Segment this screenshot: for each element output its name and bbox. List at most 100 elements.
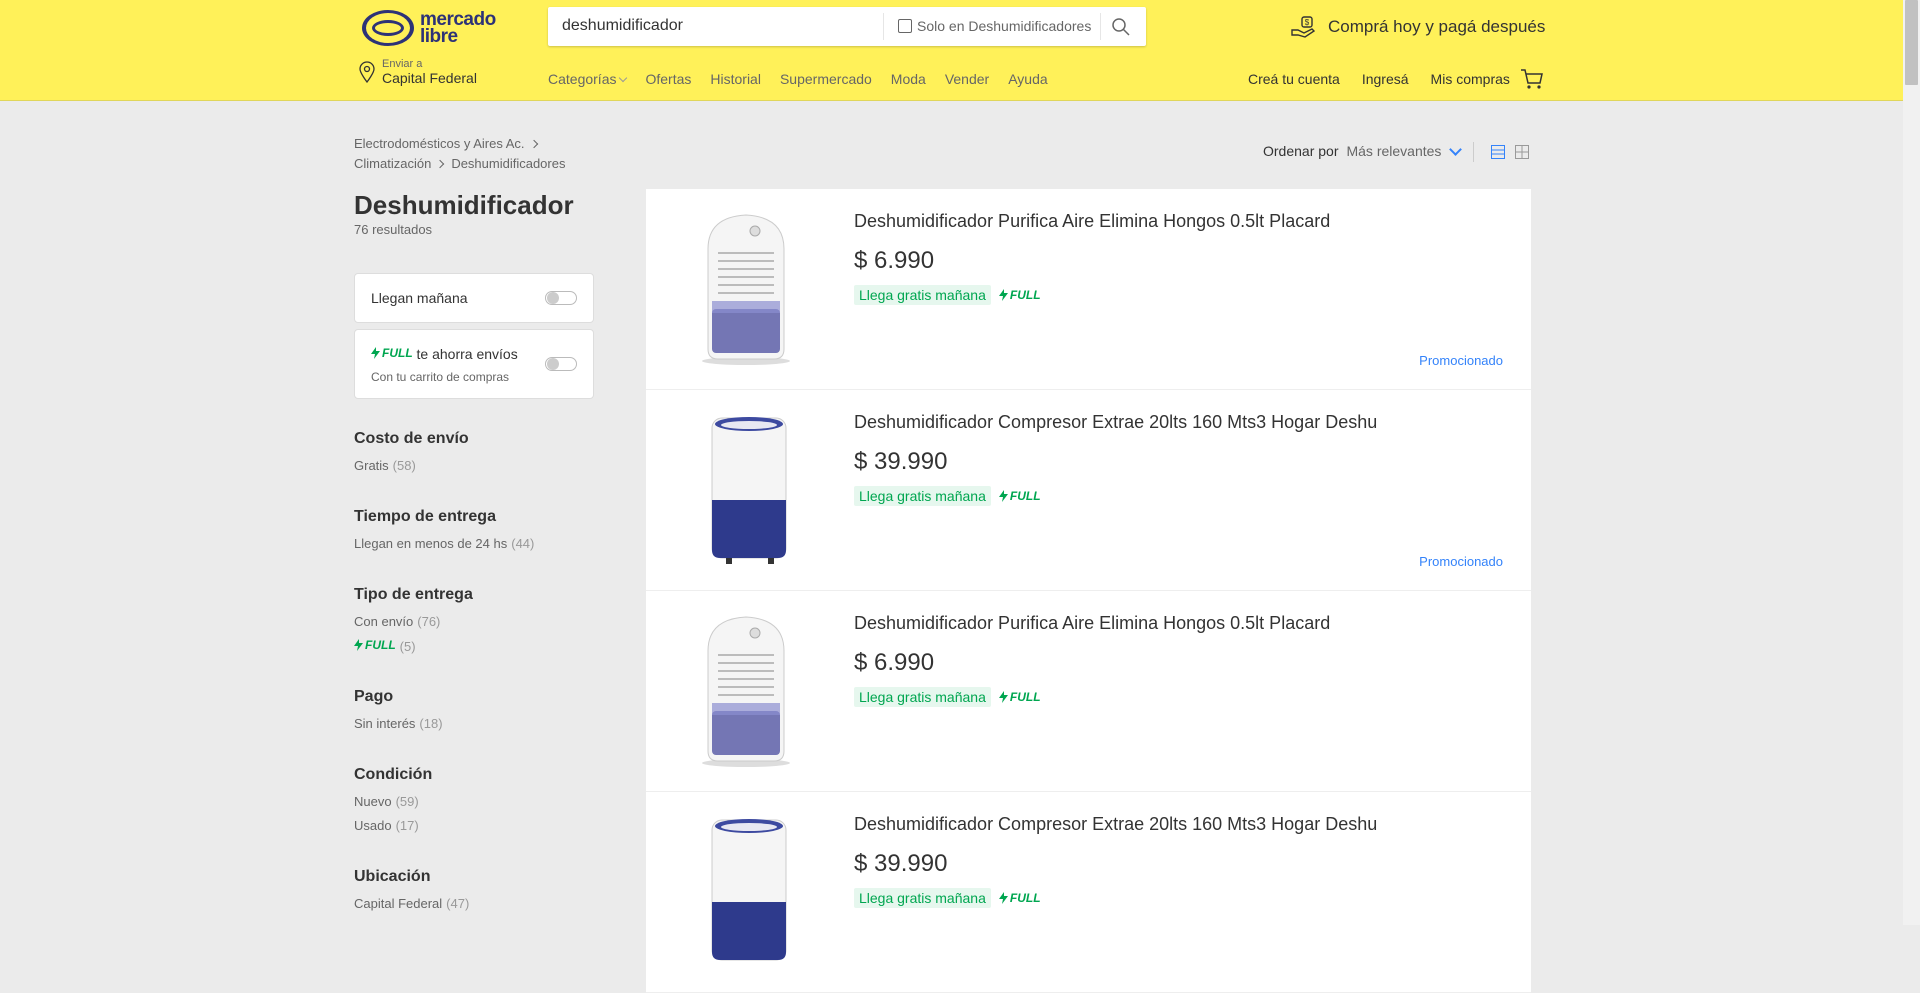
product-image-small-dehumidifier[interactable] bbox=[686, 209, 806, 369]
create-account-link[interactable]: Creá tu cuenta bbox=[1248, 71, 1340, 87]
hand-money-icon: $ bbox=[1291, 16, 1316, 38]
item-shipping: Llega gratis mañana FULL bbox=[854, 687, 1041, 707]
full-badge: FULL bbox=[998, 891, 1041, 905]
filter-title: Tiempo de entrega bbox=[354, 508, 496, 525]
nav-categories[interactable]: Categorías bbox=[548, 71, 628, 87]
nav-help[interactable]: Ayuda bbox=[1008, 71, 1047, 87]
scrollbar-thumb[interactable] bbox=[1905, 0, 1918, 85]
item-title[interactable]: Deshumidificador Compresor Extrae 20lts … bbox=[854, 814, 1377, 835]
user-nav: Creá tu cuenta Ingresá Mis compras bbox=[1248, 71, 1532, 87]
page-scrollbar[interactable] bbox=[1903, 0, 1920, 925]
filter-section-shipping-cost: Costo de envío Gratis (58) bbox=[354, 430, 469, 482]
buy-now-pay-later-promo[interactable]: $ Comprá hoy y pagá después bbox=[1290, 14, 1545, 40]
shipping-tag: Llega gratis mañana bbox=[854, 687, 991, 707]
search-divider bbox=[1100, 13, 1101, 40]
filter-section-delivery-type: Tipo de entrega Con envío (76) FULL (5) bbox=[354, 586, 473, 663]
checkbox-box[interactable] bbox=[898, 19, 912, 33]
only-category-checkbox[interactable]: Solo en Deshumidificadores bbox=[898, 18, 1091, 34]
logo-text-line2: libre bbox=[420, 26, 458, 47]
filter-option-label: Nuevo bbox=[354, 794, 392, 809]
login-link[interactable]: Ingresá bbox=[1362, 71, 1409, 87]
filter-option-count: (44) bbox=[511, 536, 535, 551]
grid-view-icon[interactable] bbox=[1515, 145, 1529, 159]
shipping-location[interactable]: Enviar a Capital Federal bbox=[358, 58, 477, 86]
handshake-icon bbox=[362, 10, 414, 46]
item-price: $ 6.990 bbox=[854, 247, 935, 274]
search-input[interactable] bbox=[562, 17, 862, 35]
item-title[interactable]: Deshumidificador Purifica Aire Elimina H… bbox=[854, 211, 1330, 232]
product-image-small-dehumidifier[interactable] bbox=[686, 611, 806, 771]
filter-title: Ubicación bbox=[354, 868, 431, 885]
filter-section-location: Ubicación Capital Federal (47) bbox=[354, 868, 469, 920]
sort-value: Más relevantes bbox=[1346, 143, 1442, 159]
filter-option-label: Gratis bbox=[354, 458, 389, 473]
filter-title: Condición bbox=[354, 766, 433, 783]
product-image-tall-dehumidifier[interactable] bbox=[686, 812, 806, 972]
lightning-icon bbox=[998, 892, 1008, 904]
filter-option[interactable]: Llegan en menos de 24 hs (44) bbox=[354, 536, 534, 551]
nav-supermarket[interactable]: Supermercado bbox=[780, 71, 872, 87]
nav-fashion[interactable]: Moda bbox=[891, 71, 926, 87]
my-purchases-link[interactable]: Mis compras bbox=[1431, 71, 1510, 87]
filter-option-label: Sin interés bbox=[354, 716, 416, 731]
location-label: Enviar a bbox=[382, 58, 423, 70]
filter-title: Tipo de entrega bbox=[354, 586, 473, 603]
filter-arrives-tomorrow[interactable]: Llegan mañana bbox=[354, 273, 594, 323]
full-badge: FULL bbox=[371, 346, 413, 360]
filter-option-full[interactable]: FULL (5) bbox=[354, 638, 473, 654]
filter-option-label: Usado bbox=[354, 818, 392, 833]
location-pin-icon bbox=[359, 61, 375, 83]
mercadolibre-logo[interactable]: mercado libre bbox=[362, 8, 502, 48]
arrives-tomorrow-toggle[interactable] bbox=[545, 291, 577, 305]
filter-option[interactable]: Gratis (58) bbox=[354, 458, 469, 473]
filter-section-payment: Pago Sin interés (18) bbox=[354, 688, 443, 740]
full-badge-label: FULL bbox=[1009, 288, 1041, 302]
item-title[interactable]: Deshumidificador Compresor Extrae 20lts … bbox=[854, 412, 1377, 433]
sort-dropdown[interactable]: Ordenar por Más relevantes bbox=[1263, 142, 1463, 159]
result-item[interactable]: Deshumidificador Purifica Aire Elimina H… bbox=[646, 189, 1531, 390]
product-image-tall-dehumidifier[interactable] bbox=[686, 410, 806, 570]
breadcrumb-item[interactable]: Electrodomésticos y Aires Ac. bbox=[354, 136, 525, 151]
filter-option[interactable]: Con envío (76) bbox=[354, 614, 473, 629]
results-list: Deshumidificador Purifica Aire Elimina H… bbox=[646, 189, 1531, 993]
cart-icon[interactable] bbox=[1520, 68, 1544, 90]
filter-full[interactable]: FULL te ahorra envíos Con tu carrito de … bbox=[354, 329, 594, 399]
filter-option[interactable]: Nuevo (59) bbox=[354, 794, 432, 809]
filter-option[interactable]: Sin interés (18) bbox=[354, 716, 443, 731]
search-icon[interactable] bbox=[1110, 16, 1132, 38]
nav-history[interactable]: Historial bbox=[710, 71, 761, 87]
nav-offers[interactable]: Ofertas bbox=[645, 71, 691, 87]
item-title[interactable]: Deshumidificador Purifica Aire Elimina H… bbox=[854, 613, 1330, 634]
filter-option[interactable]: Usado (17) bbox=[354, 818, 432, 833]
chevron-down-icon bbox=[619, 73, 628, 83]
shipping-tag: Llega gratis mañana bbox=[854, 285, 991, 305]
full-badge: FULL bbox=[998, 489, 1041, 503]
result-item[interactable]: Deshumidificador Purifica Aire Elimina H… bbox=[646, 591, 1531, 792]
search-divider bbox=[883, 13, 884, 40]
chevron-down-icon bbox=[1449, 142, 1463, 156]
search-bar: Solo en Deshumidificadores bbox=[548, 7, 1146, 46]
item-price: $ 39.990 bbox=[854, 850, 948, 877]
breadcrumb-item[interactable]: Climatización bbox=[354, 156, 431, 171]
nav-sell[interactable]: Vender bbox=[945, 71, 989, 87]
full-badge-label: FULL bbox=[1009, 690, 1041, 704]
full-subtext: Con tu carrito de compras bbox=[371, 370, 510, 384]
full-toggle[interactable] bbox=[545, 357, 577, 371]
toggle-knob bbox=[547, 358, 559, 370]
list-view-icon[interactable] bbox=[1491, 145, 1505, 159]
full-badge: FULL bbox=[354, 638, 396, 652]
filter-option[interactable]: Capital Federal (47) bbox=[354, 896, 469, 911]
filter-option-count: (18) bbox=[419, 716, 443, 731]
result-item[interactable]: Deshumidificador Compresor Extrae 20lts … bbox=[646, 792, 1531, 993]
breadcrumb: Electrodomésticos y Aires Ac. Climatizac… bbox=[354, 134, 565, 174]
result-item[interactable]: Deshumidificador Compresor Extrae 20lts … bbox=[646, 390, 1531, 591]
lightning-icon bbox=[998, 490, 1008, 502]
filter-option-count: (47) bbox=[446, 896, 470, 911]
breadcrumb-item[interactable]: Deshumidificadores bbox=[451, 156, 565, 171]
item-shipping: Llega gratis mañana FULL bbox=[854, 486, 1041, 506]
filter-title: Pago bbox=[354, 688, 394, 705]
item-price: $ 39.990 bbox=[854, 448, 948, 475]
filter-option-count: (5) bbox=[399, 639, 416, 654]
location-value: Capital Federal bbox=[382, 70, 477, 86]
promo-text: Comprá hoy y pagá después bbox=[1328, 17, 1546, 36]
